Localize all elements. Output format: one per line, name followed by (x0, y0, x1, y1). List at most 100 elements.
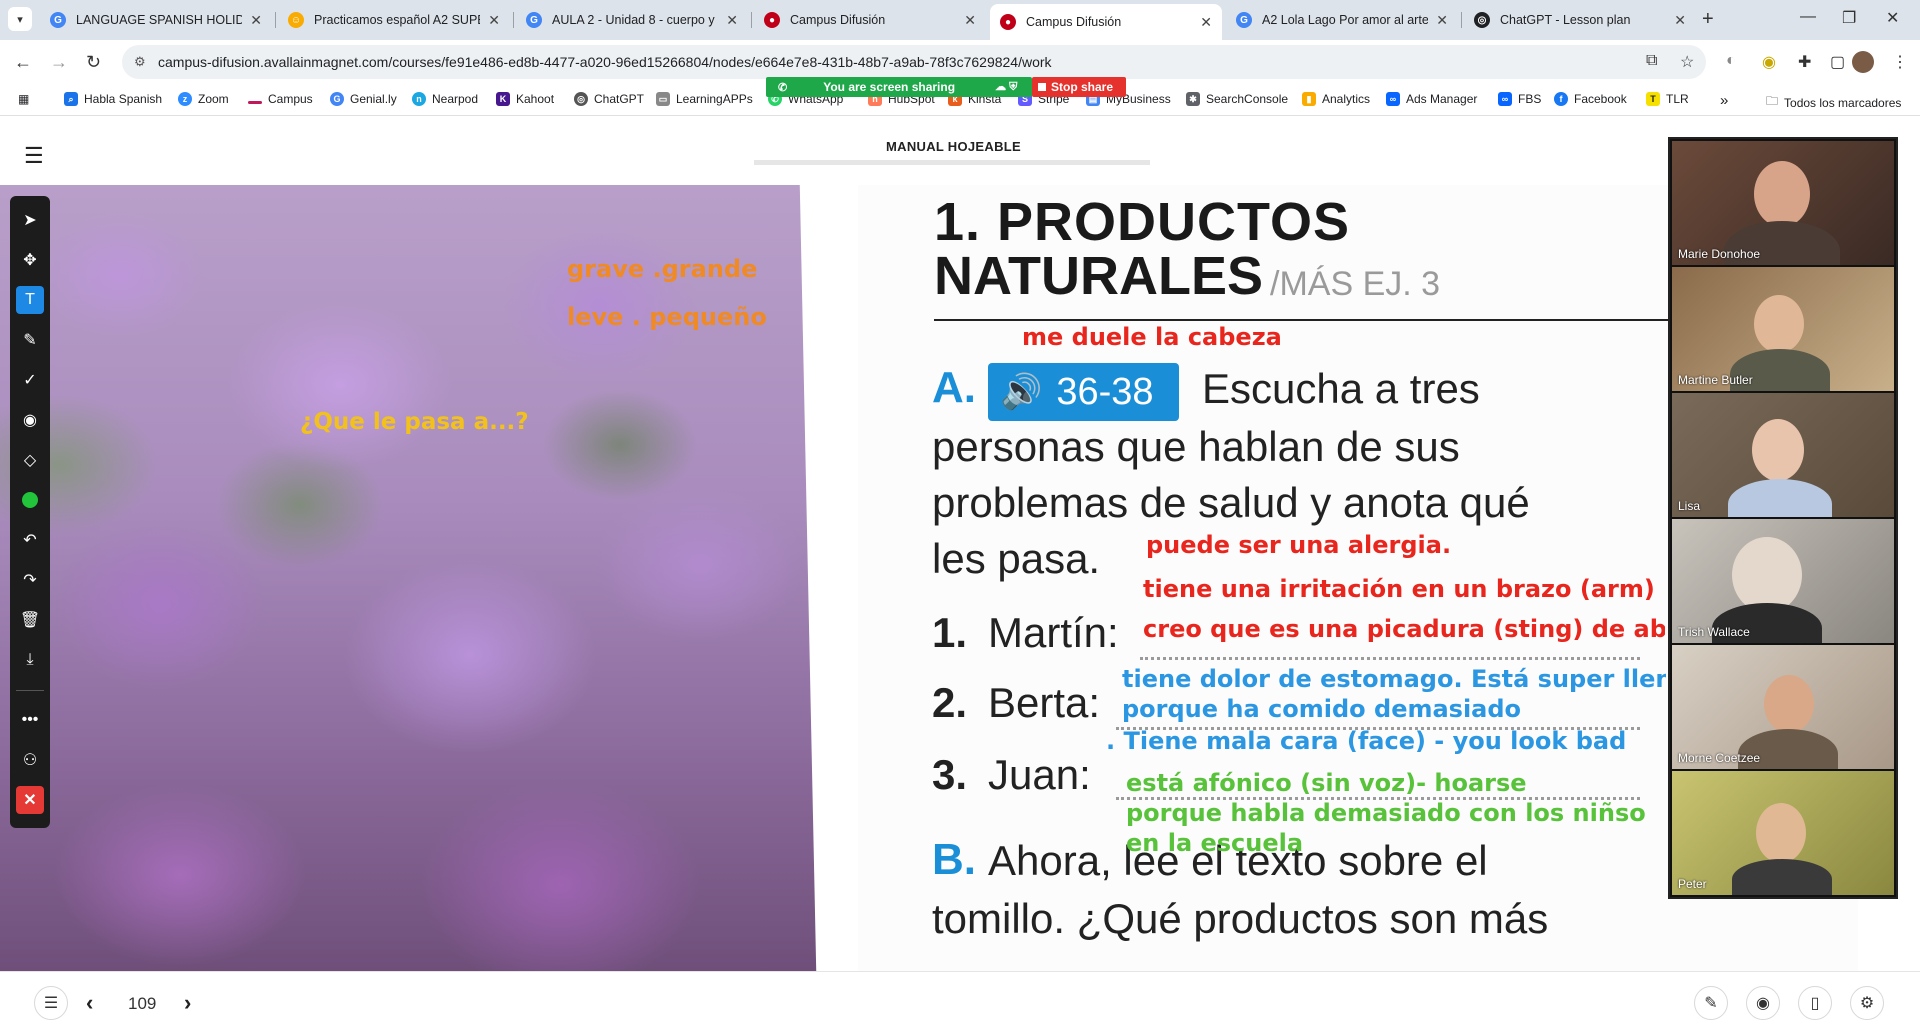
bookmark-chatgpt[interactable]: ◎ ChatGPT (574, 92, 644, 106)
settings-button[interactable]: ⚙ (1850, 986, 1884, 1020)
annotation-grave[interactable]: grave .grande (567, 255, 757, 283)
install-app-icon[interactable]: ⧉ (1646, 52, 1657, 70)
reload-icon[interactable]: ↻ (86, 52, 101, 73)
bookmark-analytics[interactable]: ▮ Analytics (1302, 92, 1370, 106)
close-window-icon[interactable]: ✕ (1886, 8, 1899, 28)
check-icon[interactable]: ✓ (16, 366, 44, 394)
minimize-icon[interactable]: — (1800, 8, 1816, 26)
participant-tile[interactable]: Marie Donohoe (1672, 141, 1894, 265)
tab-campus-difusion-active[interactable]: ● Campus Difusión ✕ (990, 4, 1222, 40)
url-input[interactable]: ⚙ campus-difusion.avallainmagnet.com/cou… (122, 45, 1706, 79)
tab-language-spanish-holidays[interactable]: G LANGUAGE SPANISH HOLIDAYS ✕ (40, 4, 272, 36)
tab-practicamos-espanol[interactable]: ☺ Practicamos español A2 SUPER ✕ (278, 4, 510, 36)
tab-a2-lola-lago[interactable]: G A2 Lola Lago Por amor al arte ✕ (1226, 4, 1458, 36)
tab-campus-difusion[interactable]: ● Campus Difusión ✕ (754, 4, 986, 36)
participant-tile[interactable]: Trish Wallace (1672, 519, 1894, 643)
audio-track-button[interactable]: 🔊 36-38 (988, 363, 1179, 421)
annotation-irritacion[interactable]: tiene una irritación en un brazo (arm) (1143, 575, 1655, 603)
tab-aula-2[interactable]: G AULA 2 - Unidad 8 - cuerpo y s ✕ (516, 4, 748, 36)
bookmark-fbs[interactable]: ∞ FBS (1498, 92, 1541, 106)
tab-chatgpt[interactable]: ◎ ChatGPT - Lesson plan ✕ (1464, 4, 1696, 36)
close-icon[interactable]: ✕ (488, 12, 500, 29)
bookmark-learningapps[interactable]: ▭ LearningAPPs (656, 92, 753, 106)
bookmark-ads-manager[interactable]: ∞ Ads Manager (1386, 92, 1477, 106)
bookmarks-overflow-button[interactable]: » (1720, 92, 1728, 109)
annotation-habla[interactable]: porque habla demasiado con los niñso (1126, 799, 1646, 827)
annotation-alergia[interactable]: puede ser una alergia. (1146, 531, 1451, 559)
close-icon[interactable]: ✕ (250, 12, 262, 29)
undo-icon[interactable]: ↶ (16, 526, 44, 554)
annotation-me-duele[interactable]: me duele la cabeza (1022, 323, 1282, 351)
annotation-leve[interactable]: leve . pequeño (567, 303, 767, 331)
answer-line (1140, 657, 1640, 660)
previous-page-icon[interactable]: ‹ (86, 990, 93, 1016)
annotation-estomago[interactable]: tiene dolor de estomago. Está super llen… (1122, 665, 1666, 693)
restore-icon[interactable]: ❐ (1842, 8, 1856, 28)
close-icon[interactable]: ✕ (1200, 14, 1212, 31)
facebook-icon: f (1554, 92, 1568, 106)
instruction-line: personas que hablan de sus (932, 423, 1460, 470)
annotation-afonico[interactable]: está afónico (sin voz)- hoarse (1126, 769, 1527, 797)
new-tab-icon[interactable]: + (1702, 8, 1714, 31)
site-info-icon[interactable]: ⚙ (134, 54, 146, 70)
pen-icon[interactable]: ✎ (16, 326, 44, 354)
redo-icon[interactable]: ↷ (16, 566, 44, 594)
annotation-comido[interactable]: porque ha comido demasiado (1122, 695, 1521, 723)
more-icon[interactable]: ••• (16, 706, 44, 734)
annotation-escuela[interactable]: en la escuela (1126, 829, 1303, 857)
bookmark-tlr[interactable]: T TLR (1646, 92, 1689, 106)
close-icon[interactable]: ✕ (726, 12, 738, 29)
color-picker-icon[interactable] (16, 486, 44, 514)
next-page-icon[interactable]: › (184, 990, 191, 1016)
annotation-que-le-pasa[interactable]: ¿Que le pasa a...? (300, 409, 529, 435)
stop-share-button[interactable]: Stop share (1032, 77, 1126, 97)
move-icon[interactable]: ✥ (16, 246, 44, 274)
bookmark-zoom[interactable]: z Zoom (178, 92, 229, 106)
close-icon[interactable]: ✕ (1674, 12, 1686, 29)
participant-tile[interactable]: Peter (1672, 771, 1894, 895)
back-icon[interactable]: ← (14, 52, 32, 73)
annotate-button[interactable]: ✎ (1694, 986, 1728, 1020)
table-of-contents-button[interactable]: ☰ (34, 986, 68, 1020)
close-icon[interactable]: ✕ (1436, 12, 1448, 29)
bookmark-campus[interactable]: Campus (248, 92, 313, 106)
bookmark-searchconsole[interactable]: ✱ SearchConsole (1186, 92, 1288, 106)
stamp-icon[interactable]: ◉ (16, 406, 44, 434)
text-tool-icon[interactable]: T (16, 286, 44, 314)
menu-list-icon[interactable]: ☰ (24, 143, 44, 169)
close-icon[interactable]: ✕ (16, 786, 44, 814)
bookmark-genially[interactable]: G Genial.ly (330, 92, 397, 106)
apps-grid-icon[interactable]: ▦ (18, 92, 29, 106)
pointer-icon[interactable]: ➤ (16, 206, 44, 234)
item-number: 2. (932, 679, 968, 726)
bookmark-habla-spanish[interactable]: ⌕ Habla Spanish (64, 92, 162, 106)
user-settings-icon[interactable]: ⚇ (16, 746, 44, 774)
kebab-menu-icon[interactable]: ⋮ (1892, 52, 1908, 72)
annotation-picadura[interactable]: creo que es una picadura (sting) de abe (1143, 615, 1665, 643)
download-icon[interactable]: ⤓ (16, 646, 44, 674)
eraser-icon[interactable]: ◇ (16, 446, 44, 474)
tab-groups-icon[interactable]: ▢ (1830, 52, 1845, 72)
bookmark-kahoot[interactable]: K Kahoot (496, 92, 554, 106)
single-page-button[interactable]: ▯ (1798, 986, 1832, 1020)
all-bookmarks-folder[interactable]: 🗀 Todos los marcadores (1766, 92, 1901, 113)
view-button[interactable]: ◉ (1746, 986, 1780, 1020)
profile-avatar[interactable] (1852, 51, 1874, 73)
forward-icon[interactable]: → (50, 52, 68, 73)
participant-tile[interactable]: Morne Coetzee (1672, 645, 1894, 769)
trash-icon[interactable]: 🗑 (16, 606, 44, 634)
participant-tile[interactable]: Martine Butler (1672, 267, 1894, 391)
participant-tile[interactable]: Lisa (1672, 393, 1894, 517)
page-number[interactable]: 109 (128, 994, 156, 1014)
close-icon[interactable]: ✕ (964, 12, 976, 29)
extension-icon[interactable]: ◐ (1726, 52, 1736, 70)
tab-separator (275, 12, 276, 28)
tab-search-button[interactable]: ▾ (8, 7, 32, 31)
annotation-mala-cara[interactable]: . Tiene mala cara (face) - you look bad (1106, 727, 1626, 755)
bookmark-star-icon[interactable]: ☆ (1680, 52, 1694, 72)
bookmark-facebook[interactable]: f Facebook (1554, 92, 1627, 106)
speaker-icon: 🔊 (1000, 373, 1043, 411)
extension-badge-icon[interactable]: ◉ (1762, 52, 1776, 72)
bookmark-nearpod[interactable]: n Nearpod (412, 92, 478, 106)
extensions-puzzle-icon[interactable]: ✚ (1798, 52, 1811, 72)
